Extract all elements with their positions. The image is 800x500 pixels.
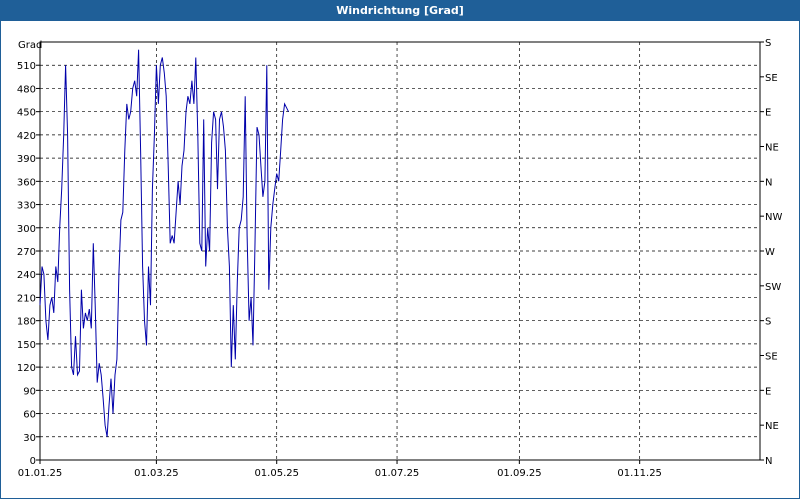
right-axis-label: E — [765, 386, 771, 397]
y-tick-labels-right: N NE E SE S SW W NW N NE E SE S — [765, 38, 782, 467]
y-tick-label: 480 — [17, 84, 36, 95]
y-tick-label: 510 — [17, 61, 36, 72]
x-tick-label: 01.01.25 — [18, 468, 63, 479]
series-line — [39, 49, 289, 437]
y-tick-label: 390 — [17, 154, 36, 165]
y-axis-label: Grad — [18, 40, 42, 51]
right-axis-label: SW — [765, 282, 781, 293]
right-axis-label: W — [765, 247, 775, 258]
y-tick-label: 30 — [23, 433, 36, 444]
x-tick-label: 01.09.25 — [497, 468, 542, 479]
y-tick-label: 150 — [17, 340, 36, 351]
y-tick-label: 420 — [17, 131, 36, 142]
right-axis-label: S — [765, 38, 771, 49]
wind-direction-chart: Grad 0 30 60 90 120 150 180 210 240 270 300 330 360 3… — [17, 38, 783, 479]
y-tick-labels-left: 0 30 60 90 120 150 180 210 240 270 300 330 360 390 420… — [17, 61, 36, 467]
y-tick-label: 300 — [17, 224, 36, 235]
y-tick-label: 0 — [30, 456, 36, 467]
x-tick-label: 01.05.25 — [254, 468, 299, 479]
y-tick-label: 360 — [17, 177, 36, 188]
x-tick-label: 01.03.25 — [134, 468, 179, 479]
right-axis-label: S — [765, 317, 771, 328]
x-tick-label: 01.07.25 — [375, 468, 420, 479]
right-axis-label: NE — [765, 143, 779, 154]
right-axis-label: NE — [765, 421, 779, 432]
y-tick-label: 450 — [17, 108, 36, 119]
y-tick-label: 330 — [17, 201, 36, 212]
y-tick-label: 180 — [17, 317, 36, 328]
y-tick-label: 90 — [23, 386, 36, 397]
y-tick-label: 120 — [17, 363, 36, 374]
y-tick-label: 60 — [23, 410, 36, 421]
window-title: Windrichtung [Grad] — [0, 0, 800, 21]
right-axis-label: N — [765, 177, 772, 188]
x-tick-label: 01.11.25 — [617, 468, 662, 479]
x-tick-labels: 01.01.25 01.03.25 01.05.25 01.07.25 01.09.25… — [18, 468, 662, 479]
right-axis-label: SE — [765, 73, 778, 84]
right-axis-label: NW — [765, 212, 782, 223]
right-axis-label: N — [765, 456, 772, 467]
right-axis-label: E — [765, 108, 771, 119]
right-axis-label: SE — [765, 352, 778, 363]
y-tick-label: 270 — [17, 247, 36, 258]
y-tick-label: 210 — [17, 293, 36, 304]
y-tick-label: 240 — [17, 270, 36, 281]
grid — [36, 41, 764, 464]
